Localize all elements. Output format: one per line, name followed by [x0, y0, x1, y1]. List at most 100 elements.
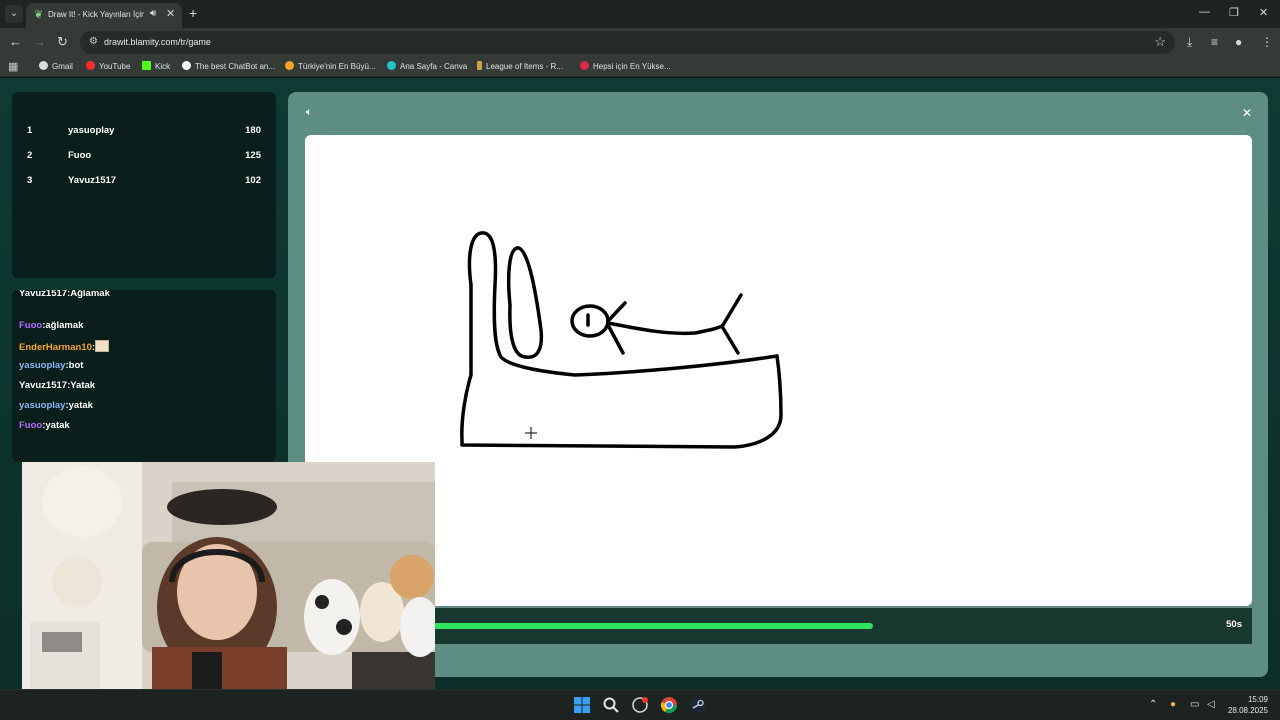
chatbot-icon	[182, 61, 191, 70]
leaf-icon: ❦	[34, 9, 44, 21]
windows-start-icon[interactable]	[573, 696, 591, 714]
player-score: 102	[245, 175, 261, 186]
chat-message: EnderHarman10:	[19, 340, 110, 353]
chat-username: EnderHarman10	[19, 342, 92, 353]
timer-label: 50s	[1226, 619, 1242, 630]
address-bar[interactable]: ⚙ drawit.blamity.com/tr/game ☆	[80, 31, 1175, 54]
profile-avatar-icon[interactable]: ●	[1235, 35, 1242, 49]
clock-time: 15:09	[1247, 695, 1268, 704]
chat-message: Yavuz1517:Ağlamak	[19, 290, 110, 299]
leaderboard: 1 yasuoplay 180 2 Fuoo 125 3 Yavuz1517 1…	[12, 92, 276, 278]
crosshair-cursor-icon	[525, 427, 537, 439]
chat-username: Yavuz1517	[19, 380, 68, 391]
bookmark-star-icon[interactable]: ☆	[1154, 34, 1166, 50]
leaderboard-row: 1 yasuoplay 180	[12, 121, 276, 139]
forward-icon[interactable]: →	[33, 35, 46, 49]
timer-track	[305, 623, 1252, 629]
bookmark-canva[interactable]: Ana Sayfa - Canva	[387, 61, 467, 71]
download-icon[interactable]: ⤓	[1187, 35, 1192, 49]
drawing-svg	[460, 231, 783, 449]
emote-image	[95, 340, 110, 352]
game-card: 🔈︎ ✕ 50s	[288, 92, 1268, 677]
menu-icon[interactable]: ⋮	[1261, 35, 1273, 49]
media-control-icon[interactable]: ≡	[1211, 35, 1218, 49]
chat-text: Yatak	[70, 380, 96, 391]
chat-message: Yavuz1517:Yatak	[19, 380, 96, 391]
browser-tab[interactable]: ❦ Draw It! - Kick Yayınları İçin 🔊︎ ✕	[26, 3, 182, 28]
rank: 2	[27, 150, 33, 161]
chat-message: yasuoplay:yatak	[19, 400, 93, 411]
speaker-icon[interactable]: 🔊︎	[150, 8, 156, 19]
chat-panel: Yavuz1517:Ağlamak Fuoo:ağlamak EnderHarm…	[12, 290, 276, 462]
chat-text: yatak	[45, 420, 70, 431]
timer-bar: 50s	[305, 608, 1252, 644]
chat-text: ağlamak	[45, 320, 84, 331]
bookmark-league-of-items[interactable]: League of Items - R...	[477, 61, 563, 71]
leaderboard-row: 3 Yavuz1517 102	[12, 171, 276, 189]
network-icon[interactable]: ▭	[1190, 699, 1199, 710]
kick-icon	[142, 61, 151, 70]
bookmark-turkiye[interactable]: Türkiye'nin En Büyü...	[285, 61, 376, 71]
sword-icon	[477, 61, 482, 70]
close-icon[interactable]: ✕	[1242, 106, 1252, 120]
tray-chevron-icon[interactable]: ⌃	[1149, 699, 1157, 710]
browser-tab-bar: ⌄ ❦ Draw It! - Kick Yayınları İçin 🔊︎ ✕ …	[0, 0, 1280, 28]
figure-arms	[606, 301, 627, 355]
back-icon[interactable]: ←	[9, 35, 22, 49]
apps-grid-icon[interactable]: ▦	[8, 60, 18, 73]
youtube-icon	[86, 61, 95, 70]
microphone-icon[interactable]: ●	[1170, 699, 1176, 710]
rank: 3	[27, 175, 33, 186]
reload-icon[interactable]: ↻	[57, 35, 68, 49]
chrome-icon[interactable]	[660, 696, 678, 714]
figure-body	[606, 321, 725, 336]
chat-message: yasuoplay:bot	[19, 360, 84, 371]
bookmark-hepsi[interactable]: Hepsi için En Yükse...	[580, 61, 671, 71]
chat-username: Fuoo	[19, 420, 43, 431]
webcam-overlay	[22, 462, 435, 695]
system-clock[interactable]: 15:09 28.08.2025	[1228, 694, 1268, 716]
headboard-inner	[506, 246, 544, 359]
figure-legs	[721, 293, 743, 355]
windows-taskbar: ⌃ ● ▭ ◁ 15:09 28.08.2025	[0, 689, 1280, 720]
game-page: 1 yasuoplay 180 2 Fuoo 125 3 Yavuz1517 1…	[0, 78, 1280, 695]
chat-username: Yavuz1517	[19, 290, 68, 299]
chat-text: Ağlamak	[70, 290, 110, 299]
tab-title: Draw It! - Kick Yayınları İçin	[48, 10, 144, 19]
search-icon[interactable]	[602, 696, 620, 714]
bookmark-chatbot[interactable]: The best ChatBot an...	[182, 61, 275, 71]
tab-close-icon[interactable]: ✕	[166, 7, 175, 20]
canva-icon	[387, 61, 396, 70]
drawing-canvas[interactable]	[305, 135, 1252, 606]
window-close-icon[interactable]: ✕	[1259, 6, 1268, 19]
bookmark-gmail[interactable]: Gmail	[39, 61, 73, 71]
maximize-icon[interactable]: ❐	[1229, 6, 1239, 19]
game-bar-icon[interactable]	[631, 696, 649, 714]
player-score: 180	[245, 125, 261, 136]
sound-icon[interactable]: 🔈︎	[306, 107, 312, 118]
url-text[interactable]: drawit.blamity.com/tr/game	[104, 37, 211, 47]
player-name: yasuoplay	[68, 125, 115, 136]
chat-text: bot	[68, 360, 84, 371]
minimize-icon[interactable]: —	[1199, 6, 1210, 18]
new-tab-icon[interactable]: +	[189, 5, 197, 21]
steam-icon[interactable]	[689, 696, 707, 714]
leaderboard-row: 2 Fuoo 125	[12, 146, 276, 164]
clock-date: 28.08.2025	[1227, 706, 1268, 715]
site-icon	[285, 61, 294, 70]
chat-username: Fuoo	[19, 320, 43, 331]
globe-icon	[39, 61, 48, 70]
volume-icon[interactable]: ◁	[1207, 699, 1215, 710]
bookmarks-bar: ▦ Gmail YouTube Kick The best ChatBot an…	[0, 57, 1280, 77]
chat-message: Fuoo:ağlamak	[19, 320, 84, 331]
bookmark-youtube[interactable]: YouTube	[86, 61, 130, 71]
chat-username: yasuoplay	[19, 400, 66, 411]
chat-username: yasuoplay	[19, 360, 66, 371]
tab-search-button[interactable]: ⌄	[5, 5, 23, 23]
browser-toolbar: ← → ↻ ⚙ drawit.blamity.com/tr/game ☆ ⤓ ≡…	[0, 28, 1280, 57]
site-icon	[580, 61, 589, 70]
site-info-icon[interactable]: ⚙	[89, 36, 98, 47]
player-name: Fuoo	[68, 150, 92, 161]
bookmark-kick[interactable]: Kick	[142, 61, 170, 71]
rank: 1	[27, 125, 33, 136]
